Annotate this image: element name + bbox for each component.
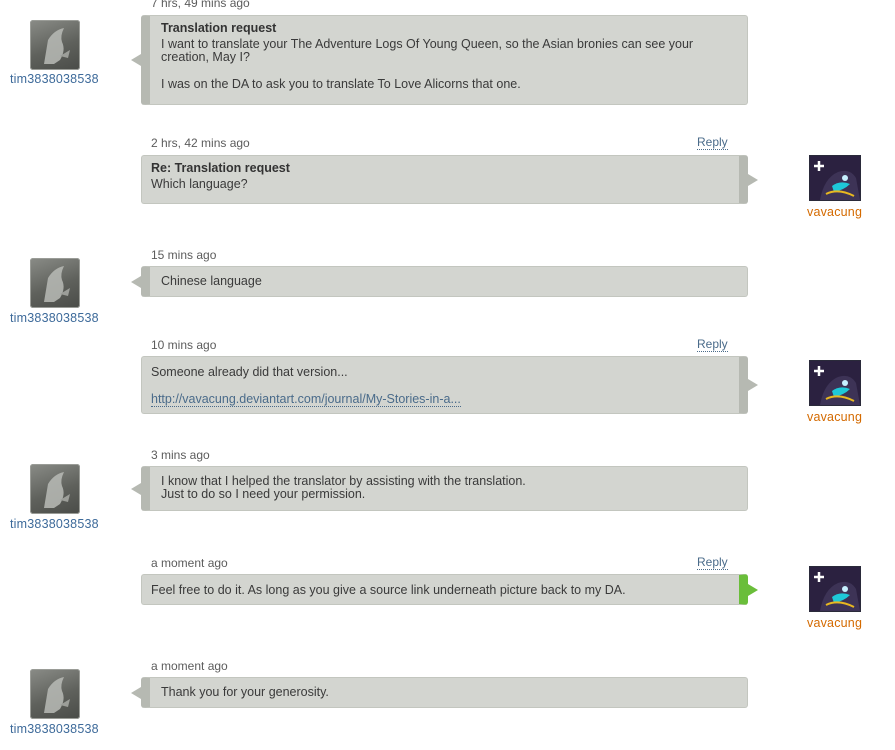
reply-link[interactable]: Reply xyxy=(697,556,728,570)
comment-timestamp: 2 hrs, 42 mins ago xyxy=(151,136,250,150)
speech-tail xyxy=(131,482,141,495)
speech-tail xyxy=(748,173,758,186)
default-avatar-icon[interactable] xyxy=(30,258,80,308)
comment-text: Which language? xyxy=(151,177,248,191)
comment-thread: 7 hrs, 49 mins ago tim3838038538 Transla… xyxy=(0,0,895,750)
pony-avatar-icon[interactable] xyxy=(809,155,861,201)
owner-username-link[interactable]: vavacung xyxy=(807,410,862,424)
pony-avatar-icon[interactable] xyxy=(809,566,861,612)
comment-text: Just to do so I need your permission. xyxy=(161,487,366,501)
comment-subject: Re: Translation request xyxy=(151,161,290,175)
speech-tail xyxy=(748,583,758,596)
comment-text: I was on the DA to ask you to translate … xyxy=(161,77,521,91)
default-avatar-icon[interactable] xyxy=(30,669,80,719)
comment-bubble: Chinese language xyxy=(131,266,748,297)
default-avatar-icon[interactable] xyxy=(30,20,80,70)
speech-tail xyxy=(131,275,141,288)
comment-timestamp: 15 mins ago xyxy=(151,248,217,262)
comment-timestamp: a moment ago xyxy=(151,659,228,673)
journal-link[interactable]: http://vavacung.deviantart.com/journal/M… xyxy=(151,392,461,407)
guest-username-link[interactable]: tim3838038538 xyxy=(10,72,99,86)
comment-timestamp: 7 hrs, 49 mins ago xyxy=(151,0,250,10)
comment-text: Chinese language xyxy=(161,274,262,288)
guest-username-link[interactable]: tim3838038538 xyxy=(10,722,99,736)
owner-username-link[interactable]: vavacung xyxy=(807,616,862,630)
comment-subject: Translation request xyxy=(161,21,277,35)
reply-link[interactable]: Reply xyxy=(697,136,728,150)
default-avatar-icon[interactable] xyxy=(30,464,80,514)
reply-link[interactable]: Reply xyxy=(697,338,728,352)
speech-tail xyxy=(131,54,141,66)
comment-bubble: Thank you for your generosity. xyxy=(131,677,748,708)
comment-text: Thank you for your generosity. xyxy=(161,685,329,699)
pony-avatar-icon[interactable] xyxy=(809,360,861,406)
comment-bubble: Translation request I want to translate … xyxy=(131,15,748,105)
comment-bubble: I know that I helped the translator by a… xyxy=(131,466,748,511)
speech-tail xyxy=(748,379,758,391)
comment-bubble: Re: Translation request Which language? xyxy=(141,155,758,204)
comment-bubble: Feel free to do it. As long as you give … xyxy=(141,574,758,605)
comment-text: I want to translate your The Adventure L… xyxy=(161,37,694,64)
comment-timestamp: 10 mins ago xyxy=(151,338,217,352)
guest-username-link[interactable]: tim3838038538 xyxy=(10,311,99,325)
comment-timestamp: 3 mins ago xyxy=(151,448,210,462)
owner-username-link[interactable]: vavacung xyxy=(807,205,862,219)
comment-text: Someone already did that version... xyxy=(151,365,348,379)
comment-text: Feel free to do it. As long as you give … xyxy=(151,583,626,597)
comment-bubble: Someone already did that version... http… xyxy=(141,356,758,414)
comment-timestamp: a moment ago xyxy=(151,556,228,570)
guest-username-link[interactable]: tim3838038538 xyxy=(10,517,99,531)
speech-tail xyxy=(131,686,141,699)
